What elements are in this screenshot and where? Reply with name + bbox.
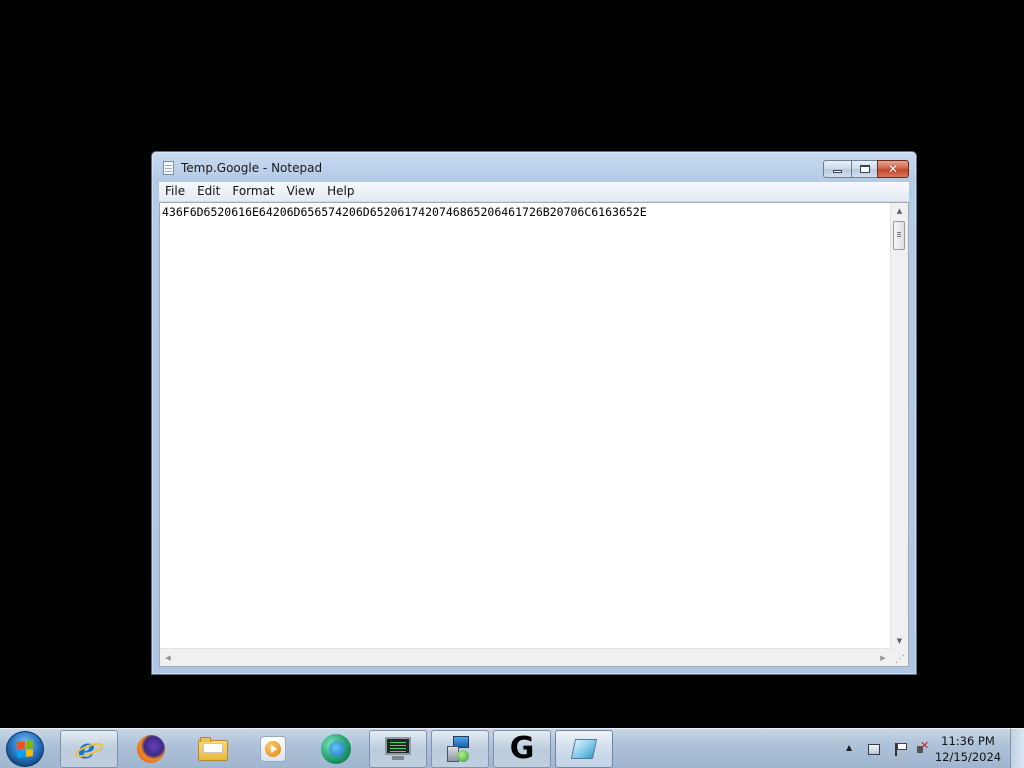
monitor-icon <box>383 736 413 762</box>
network-icon[interactable] <box>866 742 882 756</box>
taskbar-internet-explorer[interactable]: e <box>60 730 118 768</box>
clock[interactable]: 11:36 PM 12/15/2024 <box>934 733 1002 765</box>
clock-time: 11:36 PM <box>941 734 995 748</box>
taskbar-notepad[interactable] <box>555 730 613 768</box>
minimize-icon <box>833 170 842 173</box>
scroll-down-arrow-icon[interactable]: ▼ <box>891 633 908 649</box>
g-logo-icon: G <box>509 731 535 766</box>
notepad-window[interactable]: Temp.Google - Notepad ✕ File Edit Format… <box>151 151 917 675</box>
action-center-flag-icon[interactable] <box>888 742 907 756</box>
windows-start-orb-icon <box>17 740 33 758</box>
volume-muted-icon[interactable]: ✕ <box>912 739 929 756</box>
taskbar-monitor-app[interactable] <box>369 730 427 768</box>
taskbar-g-app[interactable]: G <box>493 730 551 768</box>
firefox-icon <box>137 735 165 763</box>
menu-file[interactable]: File <box>159 182 191 201</box>
scroll-right-arrow-icon[interactable]: ▶ <box>875 649 891 666</box>
menu-format[interactable]: Format <box>226 182 280 201</box>
taskbar-firefox[interactable] <box>122 730 180 768</box>
close-icon: ✕ <box>887 162 899 176</box>
notepad-title-icon <box>163 161 174 175</box>
menu-edit[interactable]: Edit <box>191 182 226 201</box>
menu-help[interactable]: Help <box>321 182 360 201</box>
window-title: Temp.Google - Notepad <box>181 161 323 175</box>
show-desktop-button[interactable] <box>1010 729 1024 768</box>
system-tray: ▲ ✕ 11:36 PM 12/15/2024 <box>842 729 1024 768</box>
restore-icon <box>859 165 870 173</box>
text-editor-area[interactable]: 436F6D6520616E64206D656574206D6520617420… <box>159 202 909 667</box>
vertical-scroll-thumb[interactable] <box>893 221 905 250</box>
clock-date: 12/15/2024 <box>934 750 1002 764</box>
taskbar-windows-explorer[interactable] <box>184 730 242 768</box>
show-hidden-icons-arrow-icon[interactable]: ▲ <box>846 743 852 752</box>
title-bar[interactable]: Temp.Google - Notepad ✕ <box>152 152 916 182</box>
notepad-icon <box>570 736 598 762</box>
network-computer-icon <box>445 734 475 764</box>
editor-text[interactable]: 436F6D6520616E64206D656574206D6520617420… <box>162 205 890 648</box>
internet-explorer-icon: e <box>73 735 105 763</box>
start-button[interactable] <box>6 731 44 767</box>
horizontal-scrollbar[interactable]: ◀ ▶ <box>160 648 891 666</box>
size-grip[interactable] <box>891 649 908 666</box>
taskbar: e G ▲ ✕ 11:36 PM 12/15/2024 <box>0 728 1024 768</box>
vertical-scrollbar[interactable]: ▲ ▼ <box>890 203 908 649</box>
menu-view[interactable]: View <box>281 182 321 201</box>
scroll-up-arrow-icon[interactable]: ▲ <box>891 203 908 219</box>
menu-bar: File Edit Format View Help <box>159 182 909 202</box>
maximize-button[interactable] <box>851 160 878 178</box>
caption-buttons: ✕ <box>823 160 909 178</box>
minimize-button[interactable] <box>823 160 852 178</box>
taskbar-media-player[interactable] <box>244 730 302 768</box>
media-player-icon <box>260 736 286 762</box>
folder-icon <box>198 737 228 761</box>
taskbar-globe-app[interactable] <box>307 730 365 768</box>
globe-icon <box>321 734 351 764</box>
taskbar-network-app[interactable] <box>431 730 489 768</box>
scroll-left-arrow-icon[interactable]: ◀ <box>160 649 176 666</box>
close-button[interactable]: ✕ <box>877 160 909 178</box>
